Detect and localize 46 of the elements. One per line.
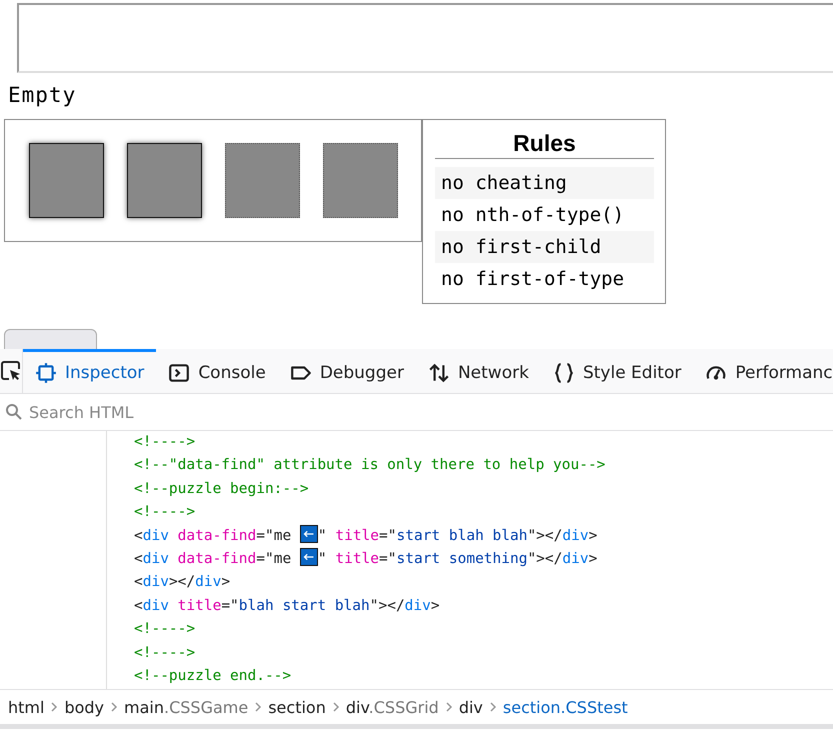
rule-item: no cheating [435,167,654,199]
arrow-badge-icon [300,548,318,566]
breadcrumb[interactable]: html [6,698,46,716]
devtools-tab[interactable]: Network [416,349,541,393]
rules-title: Rules [435,130,654,159]
tab-icon [168,362,190,384]
element-picker-icon[interactable] [0,360,22,382]
arrow-badge-icon [300,524,318,543]
markup-line[interactable]: <div></div> [134,571,833,595]
breadcrumb[interactable]: main.CSSGame [122,698,250,716]
tab-icon [428,362,450,384]
breadcrumb[interactable]: section [266,698,328,716]
markup-line[interactable]: <div data-find="me " title="start blah blah"></div> [134,524,833,548]
rule-item: no first-child [435,231,654,263]
chevron-icon [444,702,453,712]
devtools-tab[interactable]: Debugger [278,349,416,393]
markup-line[interactable]: <!--puzzle end.--> [134,664,833,688]
breadcrumb[interactable]: section.CSStest [500,698,630,716]
devtools-tab[interactable]: Inspector [23,349,156,393]
answer-field[interactable] [17,3,833,73]
markup-line[interactable]: <!--"data-find" attribute is only there to help you--> [134,454,833,478]
markup-line[interactable]: <!----> [134,618,833,642]
rule-item: no first-of-type [440,267,626,292]
chevron-icon [488,702,497,712]
markup-line[interactable]: <!----> [134,642,833,665]
chevron-icon [254,702,262,712]
devtools-tab[interactable]: Console [156,349,278,393]
tab-icon [552,362,575,384]
chevron-icon [332,702,340,712]
search-field[interactable]: Search HTML [27,402,331,422]
breadcrumb[interactable]: body [62,698,106,716]
breadcrumb[interactable]: div [456,698,485,716]
markup-line[interactable]: <!----> [134,431,833,454]
markup-line[interactable]: <!--puzzle begin:--> [134,478,833,502]
chevron-icon [110,702,118,712]
chevron-icon [50,702,58,712]
tab-icon [35,362,57,384]
rule-item: no nth-of-type() [440,203,626,228]
markup-line[interactable]: <!----> [134,501,833,525]
search-icon [5,403,23,421]
devtools-tab[interactable]: Style Editor [540,349,694,393]
breadcrumb[interactable]: div.CSSGrid [344,698,441,716]
markup-line[interactable]: <div title="blah start blah"></div> [134,594,833,618]
devtools-tab[interactable]: Performanc [693,349,833,393]
markup-line[interactable]: <div data-find="me " title="start something"></div> [134,548,833,572]
status-text: Empty [8,83,78,109]
